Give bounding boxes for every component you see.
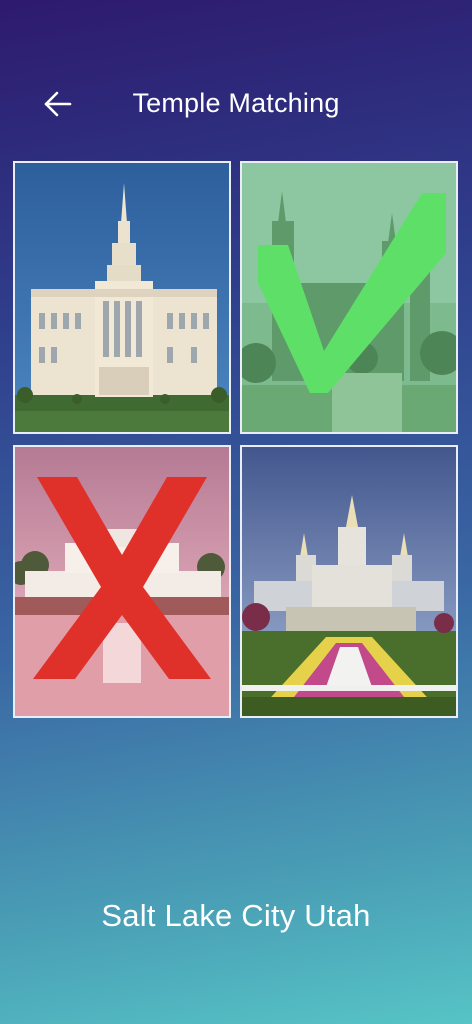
temple-image-grid xyxy=(13,161,459,719)
temple-tile-4[interactable] xyxy=(240,445,458,718)
temple-photo xyxy=(242,447,456,716)
page-title: Temple Matching xyxy=(132,88,340,118)
app-header: Temple Matching xyxy=(0,70,472,138)
temple-tile-2[interactable] xyxy=(240,161,458,434)
temple-name-prompt: Salt Lake City Utah xyxy=(101,898,371,933)
temple-tile-1[interactable] xyxy=(13,161,231,434)
temple-photo xyxy=(15,163,229,432)
temple-tile-3[interactable] xyxy=(13,445,231,718)
temple-photo xyxy=(242,163,456,432)
temple-photo xyxy=(15,447,229,716)
